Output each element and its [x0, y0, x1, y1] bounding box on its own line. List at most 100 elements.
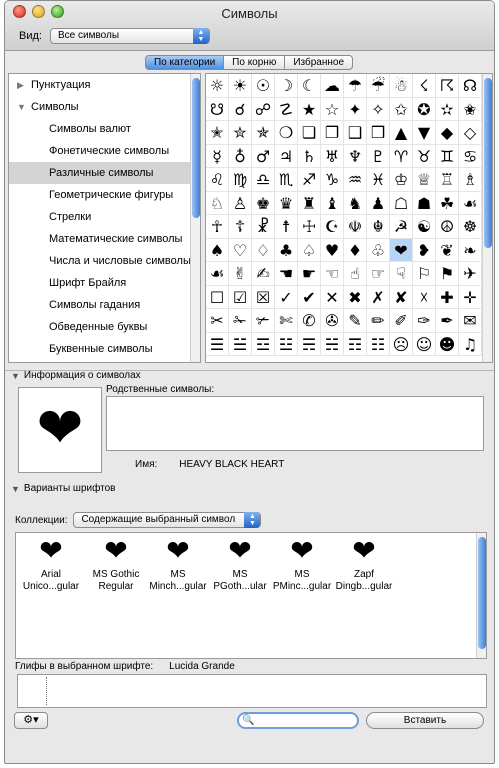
symbol-cell[interactable]: ▼: [413, 121, 436, 145]
related-symbols-box[interactable]: [106, 396, 484, 451]
symbol-cell[interactable]: ✛: [459, 285, 482, 309]
symbol-cell[interactable]: ❍: [275, 121, 298, 145]
symbol-cell[interactable]: ☊: [459, 74, 482, 98]
grid-scrollbar[interactable]: [482, 74, 492, 362]
symbol-cell[interactable]: ❏: [298, 121, 321, 145]
symbol-cell[interactable]: ☼: [206, 74, 229, 98]
symbol-cell[interactable]: ☃: [390, 74, 413, 98]
symbol-cell[interactable]: ☾: [298, 74, 321, 98]
tab-by-category[interactable]: По категории: [144, 55, 225, 70]
fonts-scrollbar[interactable]: [476, 533, 486, 658]
symbol-cell[interactable]: ☁: [321, 74, 344, 98]
symbol-cell[interactable]: ☡: [275, 97, 298, 121]
tab-favorites[interactable]: Избранное: [284, 55, 354, 70]
disclosure-down-icon[interactable]: ▼: [17, 96, 26, 118]
symbol-cell[interactable]: ✬: [459, 97, 482, 121]
symbol-cell[interactable]: ☗: [413, 191, 436, 215]
symbol-cell[interactable]: ◆: [436, 121, 459, 145]
symbol-cell[interactable]: ♑: [321, 168, 344, 192]
symbol-cell[interactable]: ♆: [344, 144, 367, 168]
symbol-cell[interactable]: ♟: [367, 191, 390, 215]
symbol-cell[interactable]: ♓: [367, 168, 390, 192]
insert-button[interactable]: Вставить: [366, 712, 484, 729]
symbol-cell[interactable]: ♘: [206, 191, 229, 215]
symbol-cell[interactable]: ♄: [298, 144, 321, 168]
symbol-cell[interactable]: ✪: [413, 97, 436, 121]
symbol-cell[interactable]: ☶: [344, 332, 367, 356]
symbol-cell[interactable]: ⚑: [436, 262, 459, 286]
symbol-cell[interactable]: ⚐: [413, 262, 436, 286]
subcategory-item[interactable]: Символы гадания: [9, 294, 200, 316]
symbol-cell[interactable]: ✦: [344, 97, 367, 121]
symbol-cell[interactable]: ♚: [252, 191, 275, 215]
symbol-cell[interactable]: ♡: [229, 238, 252, 262]
subcategory-item[interactable]: Геометрические фигуры: [9, 184, 200, 206]
font-variant[interactable]: ❤ Zapf Dingb...gular: [333, 533, 395, 593]
symbol-cell[interactable]: ♢: [252, 238, 275, 262]
gear-icon[interactable]: ⚙▾: [14, 712, 48, 729]
symbol-cell[interactable]: ♅: [321, 144, 344, 168]
symbol-cell[interactable]: ☳: [275, 332, 298, 356]
symbol-cell[interactable]: ✁: [229, 309, 252, 333]
symbol-cell[interactable]: ♖: [436, 168, 459, 192]
symbol-cell[interactable]: ☈: [436, 74, 459, 98]
symbol-cell[interactable]: ☪: [321, 215, 344, 239]
symbol-cell[interactable]: ♝: [321, 191, 344, 215]
disclosure-down-icon[interactable]: ▼: [11, 484, 20, 494]
symbol-cell[interactable]: ✯: [252, 121, 275, 145]
scroll-thumb[interactable]: [484, 78, 492, 248]
symbol-cell[interactable]: ✓: [275, 285, 298, 309]
symbol-cell[interactable]: ✖: [344, 285, 367, 309]
symbol-cell[interactable]: ☑: [229, 285, 252, 309]
symbol-cell[interactable]: ❦: [436, 238, 459, 262]
symbol-cell[interactable]: ☱: [229, 332, 252, 356]
symbol-cell[interactable]: ✄: [275, 309, 298, 333]
symbol-cell[interactable]: ✮: [229, 121, 252, 145]
glyphs-box[interactable]: [17, 674, 487, 708]
symbol-cell[interactable]: ♋: [459, 144, 482, 168]
symbol-cell[interactable]: ☥: [206, 215, 229, 239]
symbol-cell[interactable]: ☭: [390, 215, 413, 239]
symbol-cell[interactable]: ◇: [459, 121, 482, 145]
view-popup[interactable]: Все символы ▲ ▼: [49, 28, 210, 44]
symbol-cell[interactable]: ☀: [229, 74, 252, 98]
symbol-cell[interactable]: ♗: [459, 168, 482, 192]
disclosure-down-icon[interactable]: ▼: [11, 371, 20, 381]
variants-section-header[interactable]: ▼ Варианты шрифтов: [11, 483, 115, 494]
symbol-cell[interactable]: ♥: [321, 238, 344, 262]
symbol-cell[interactable]: ☨: [275, 215, 298, 239]
symbol-cell[interactable]: ♕: [413, 168, 436, 192]
symbol-cell[interactable]: ✑: [413, 309, 436, 333]
symbol-cell[interactable]: ✫: [436, 97, 459, 121]
symbol-cell[interactable]: ✆: [298, 309, 321, 333]
symbol-cell[interactable]: ☆: [321, 97, 344, 121]
symbol-cell[interactable]: ☴: [298, 332, 321, 356]
symbol-cell[interactable]: ♛: [275, 191, 298, 215]
symbol-cell[interactable]: ☝: [344, 262, 367, 286]
symbol-cell[interactable]: ★: [298, 97, 321, 121]
scroll-thumb[interactable]: [192, 78, 200, 218]
symbol-cell[interactable]: ☲: [252, 332, 275, 356]
symbol-cell[interactable]: ☉: [252, 74, 275, 98]
font-variant[interactable]: ❤ MS PGoth...ular: [209, 533, 271, 593]
symbol-cell[interactable]: ☟: [390, 262, 413, 286]
category-punctuation[interactable]: ▶ Пунктуация: [9, 74, 200, 96]
symbol-cell[interactable]: ☹: [390, 332, 413, 356]
scroll-thumb[interactable]: [478, 537, 486, 649]
subcategory-item[interactable]: Обведенные буквы: [9, 316, 200, 338]
symbol-cell[interactable]: ☇: [413, 74, 436, 98]
symbol-cell[interactable]: ✇: [321, 309, 344, 333]
symbol-cell[interactable]: ☽: [275, 74, 298, 98]
symbol-cell[interactable]: ♇: [367, 144, 390, 168]
symbol-cell[interactable]: ✭: [206, 121, 229, 145]
symbol-cell[interactable]: ☮: [436, 215, 459, 239]
symbol-cell[interactable]: ♒: [344, 168, 367, 192]
symbol-cell[interactable]: ❥: [413, 238, 436, 262]
symbol-cell[interactable]: ♦: [344, 238, 367, 262]
font-variant[interactable]: ❤ MS Gothic Regular: [85, 533, 147, 593]
symbol-cell[interactable]: ✂: [206, 309, 229, 333]
symbol-cell[interactable]: ♣: [275, 238, 298, 262]
symbol-cell[interactable]: ☫: [344, 215, 367, 239]
symbol-cell[interactable]: ☷: [367, 332, 390, 356]
symbol-cell[interactable]: ♙: [229, 191, 252, 215]
